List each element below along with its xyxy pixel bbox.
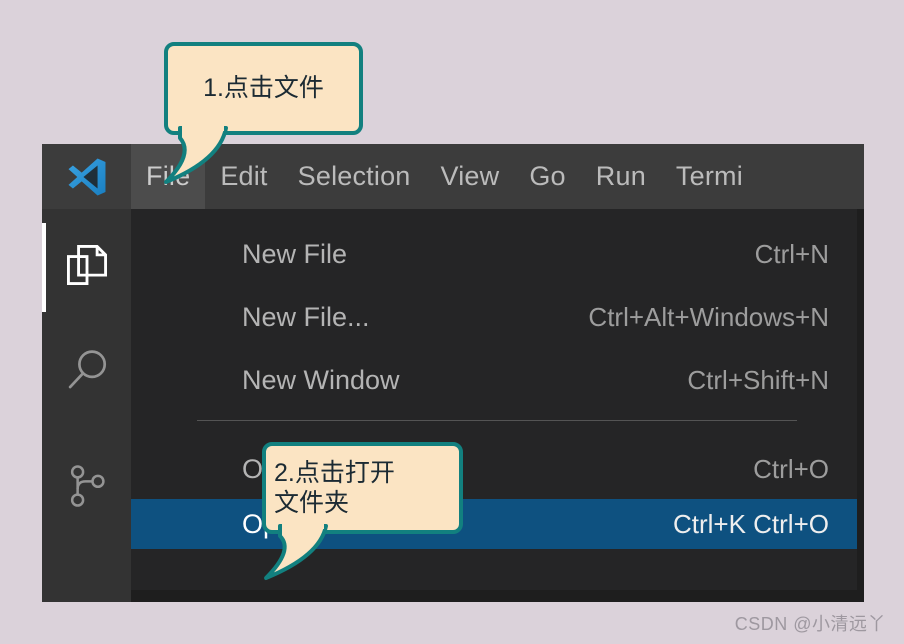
callout-step-1: 1.点击文件	[164, 42, 363, 135]
activity-item-explorer[interactable]	[42, 223, 131, 312]
menu-option-new-file-shortcut: Ctrl+N	[754, 238, 829, 269]
menu-item-terminal[interactable]: Termi	[661, 144, 758, 209]
activity-item-source-control[interactable]	[42, 444, 131, 533]
menu-option-new-file[interactable]: New File Ctrl+N	[131, 229, 857, 279]
menu-item-edit[interactable]: Edit	[205, 144, 282, 209]
search-magnifier-icon	[60, 344, 114, 403]
menu-separator	[197, 420, 797, 421]
menu-item-view[interactable]: View	[426, 144, 515, 209]
menu-item-selection[interactable]: Selection	[283, 144, 426, 209]
menu-option-open-file[interactable]: Open File... Ctrl+O	[131, 444, 857, 494]
csdn-watermark: CSDN @小清远丫	[734, 614, 886, 634]
callout-step-2-text: 2.点击打开 文件夹	[274, 458, 395, 518]
explorer-files-icon	[60, 238, 114, 297]
menu-item-edit-label: Edit	[220, 161, 268, 191]
vscode-logo-icon	[42, 144, 131, 209]
menu-item-selection-label: Selection	[297, 161, 411, 191]
menu-option-open-folder-shortcut: Ctrl+K Ctrl+O	[672, 508, 829, 539]
menu-item-file-label: File	[146, 161, 191, 191]
menu-option-new-file-dialog-shortcut: Ctrl+Alt+Windows+N	[588, 301, 829, 332]
menu-item-go-label: Go	[529, 161, 566, 191]
menu-item-run[interactable]: Run	[581, 144, 661, 209]
menu-item-view-label: View	[440, 161, 500, 191]
menu-item-terminal-label: Termi	[675, 161, 743, 191]
activity-item-search[interactable]	[42, 329, 131, 418]
file-dropdown-menu: New File Ctrl+N New File... Ctrl+Alt+Win…	[131, 209, 857, 590]
menu-option-new-window[interactable]: New Window Ctrl+Shift+N	[131, 355, 857, 405]
callout-step-1-text: 1.点击文件	[203, 73, 324, 102]
menu-option-new-file-label: New File	[242, 238, 348, 269]
menu-option-open-folder[interactable]: Open Folder... Ctrl+K Ctrl+O	[131, 499, 857, 549]
menu-item-file[interactable]: File	[131, 144, 206, 209]
menu-item-go[interactable]: Go	[514, 144, 580, 209]
menu-bar: File Edit Selection View Go Run Termi	[42, 144, 864, 209]
menu-option-new-file-dialog-label: New File...	[242, 301, 370, 332]
callout-step-2: 2.点击打开 文件夹	[262, 442, 463, 534]
source-control-branch-icon	[62, 461, 112, 516]
menu-option-new-file-dialog[interactable]: New File... Ctrl+Alt+Windows+N	[131, 292, 857, 342]
menu-option-new-window-shortcut: Ctrl+Shift+N	[687, 364, 829, 395]
menu-item-run-label: Run	[595, 161, 646, 191]
menu-option-open-file-shortcut: Ctrl+O	[753, 453, 829, 484]
activity-bar	[42, 209, 131, 602]
menu-option-new-window-label: New Window	[242, 364, 400, 395]
